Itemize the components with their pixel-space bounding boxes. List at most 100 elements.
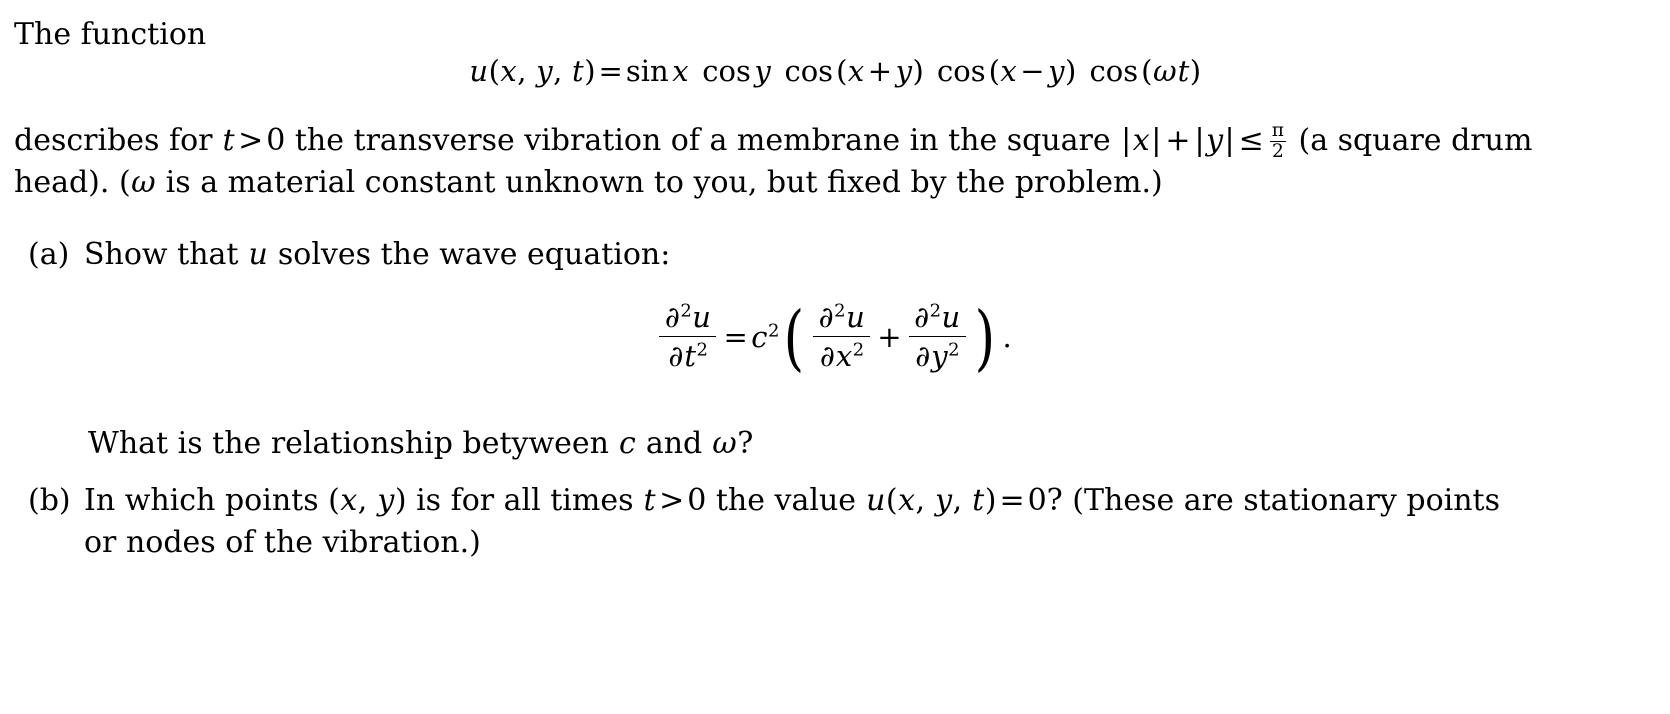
- item-b-greater-than: >: [659, 483, 685, 518]
- wave-equation-period: .: [1002, 319, 1012, 354]
- abs-y-var: y: [1206, 123, 1224, 158]
- equation-arg-x: x: [500, 54, 517, 88]
- variable-y-den: y: [931, 339, 948, 374]
- paragraph-zero: 0: [266, 123, 286, 158]
- partial-symbol-t-den: ∂: [668, 339, 684, 374]
- second-derivative-x-fraction: ∂2u ∂x2: [813, 300, 871, 374]
- paragraph-omega: ω: [131, 165, 156, 200]
- equation-omega: ω: [1152, 54, 1177, 88]
- equation-time-var: t: [1177, 54, 1190, 88]
- item-b-value: 0?: [1027, 483, 1063, 518]
- equation-sin-argument: x: [672, 54, 689, 88]
- point-x: x: [340, 483, 358, 518]
- partial-order-x-den: 2: [852, 339, 865, 361]
- item-b-equals: =: [999, 483, 1025, 518]
- document-page: The function u(x, y, t) = sin x cos y cos (x +…: [0, 0, 1670, 714]
- paragraph-part-1: describes for: [14, 123, 223, 158]
- fraction-denominator: 2: [1269, 140, 1286, 161]
- partial-symbol-t-num: ∂: [664, 300, 680, 334]
- coefficient-c: c: [751, 319, 768, 354]
- item-a-text-after: solves the wave equation:: [268, 237, 671, 272]
- item-b-arg-t: t: [972, 483, 985, 518]
- equation-lhs-function: u: [469, 54, 489, 88]
- point-y: y: [377, 483, 395, 518]
- partial-order-t-num: 2: [680, 300, 692, 322]
- partial-order-y-den: 2: [948, 339, 960, 361]
- coefficient-exponent: 2: [768, 320, 780, 342]
- close-paren-large: ): [974, 295, 995, 379]
- variable-t-den: t: [684, 339, 696, 374]
- item-b-text-3: the value: [706, 483, 866, 518]
- fraction-numerator: π: [1271, 120, 1284, 142]
- d2u-dx2-denominator: ∂x2: [813, 336, 871, 374]
- partial-symbol-y-num: ∂: [914, 300, 930, 334]
- main-equation: u(x, y, t) = sin x cos y cos (x + y) cos (x − y) c…: [469, 54, 1202, 88]
- item-a-body: Show that u solves the wave equation:: [84, 234, 1524, 276]
- equation-term-x-1: x: [847, 54, 865, 88]
- item-b-arg-x: x: [898, 483, 916, 518]
- d2u-dy2-denominator: ∂y2: [908, 336, 966, 374]
- relationship-question-mark: ?: [737, 426, 754, 461]
- relationship-question: What is the relationship betyween c and …: [88, 426, 753, 461]
- problem-item-b: (b) In which points (x, y) is for all tim…: [28, 480, 1548, 564]
- equation-term-y-1: y: [895, 54, 912, 88]
- relationship-text-before: What is the relationship betyween: [88, 426, 619, 461]
- relationship-var-c: c: [619, 426, 636, 461]
- intro-text: The function: [14, 17, 207, 52]
- wave-equation-row: ∂2u ∂t2 = c2 ( ∂2u ∂x2 + ∂2u ∂y2 ) .: [655, 300, 1014, 373]
- equation-term-x-2: x: [1000, 54, 1017, 88]
- paragraph-greater-than: >: [238, 123, 264, 158]
- item-b-label: (b): [28, 483, 71, 518]
- partial-order-y-num: 2: [929, 300, 942, 322]
- function-u-t-num: u: [692, 300, 711, 334]
- wave-equation-equals: =: [723, 319, 748, 354]
- partial-order-x-num: 2: [834, 300, 846, 322]
- wave-equation-plus: +: [877, 319, 902, 354]
- wave-equation-display: ∂2u ∂t2 = c2 ( ∂2u ∂x2 + ∂2u ∂y2 ) .: [0, 300, 1670, 373]
- equation-minus-operator: −: [1020, 54, 1045, 88]
- equation-sin-operator: sin: [625, 54, 669, 88]
- paragraph-part-4: is a material constant unknown to you, b…: [156, 165, 1163, 200]
- item-b-var-t: t: [643, 483, 656, 518]
- partial-symbol-y-den: ∂: [915, 339, 931, 374]
- item-b-arg-y: y: [935, 483, 953, 518]
- abs-x-var: x: [1132, 123, 1150, 158]
- pi-over-two-fraction: π2: [1269, 120, 1286, 161]
- second-derivative-t-fraction: ∂2u ∂t2: [659, 300, 717, 374]
- equation-cos-operator-1: cos: [702, 54, 751, 88]
- item-a-label: (a): [28, 237, 70, 272]
- equation-term-y-2: y: [1048, 54, 1065, 88]
- equation-arg-y: y: [536, 54, 553, 88]
- paragraph-part-2: the transverse vibration of a membrane i…: [285, 123, 1121, 158]
- square-condition: |x| + |y| ≤ π 2: [1121, 120, 1286, 162]
- item-b-text-1: In which points: [84, 483, 329, 518]
- function-u-x-num: u: [846, 300, 865, 334]
- partial-order-t-den: 2: [696, 339, 708, 361]
- item-b-text-2: is for all times: [406, 483, 644, 518]
- item-b-body: In which points (x, y) is for all times …: [84, 480, 1524, 564]
- description-paragraph: describes for t >0 the transverse vibrati…: [14, 120, 1544, 204]
- equation-cos-argument-1: y: [754, 54, 771, 88]
- item-b-func-u: u: [866, 483, 886, 518]
- d2u-dt2-denominator: ∂t2: [659, 336, 717, 374]
- variable-x-den: x: [835, 339, 853, 374]
- function-u-y-num: u: [941, 300, 961, 334]
- partial-symbol-x-den: ∂: [819, 339, 835, 374]
- equation-cos-operator-4: cos: [1089, 54, 1139, 88]
- equation-plus-operator: +: [867, 54, 893, 88]
- d2u-dy2-numerator: ∂2u: [909, 300, 966, 336]
- relationship-text-and: and: [636, 426, 712, 461]
- partial-symbol-x-num: ∂: [818, 300, 834, 334]
- item-a-text-before: Show that: [84, 237, 249, 272]
- point-coordinates: (x, y): [328, 483, 407, 518]
- leq-operator: ≤: [1238, 123, 1264, 158]
- item-b-zero: 0: [687, 483, 707, 518]
- coefficient-c-squared: c2: [751, 319, 780, 354]
- item-a-math-u: u: [248, 237, 268, 272]
- abs-plus: +: [1165, 123, 1191, 158]
- equation-arg-t: t: [572, 54, 584, 88]
- problem-item-a: (a) Show that u solves the wave equation:: [28, 234, 1548, 276]
- paragraph-var-t: t: [222, 123, 235, 158]
- item-b-text-4: (These are stationary points: [1062, 483, 1500, 518]
- item-b-u-expression: u(x, y, t) = 0?: [866, 483, 1063, 518]
